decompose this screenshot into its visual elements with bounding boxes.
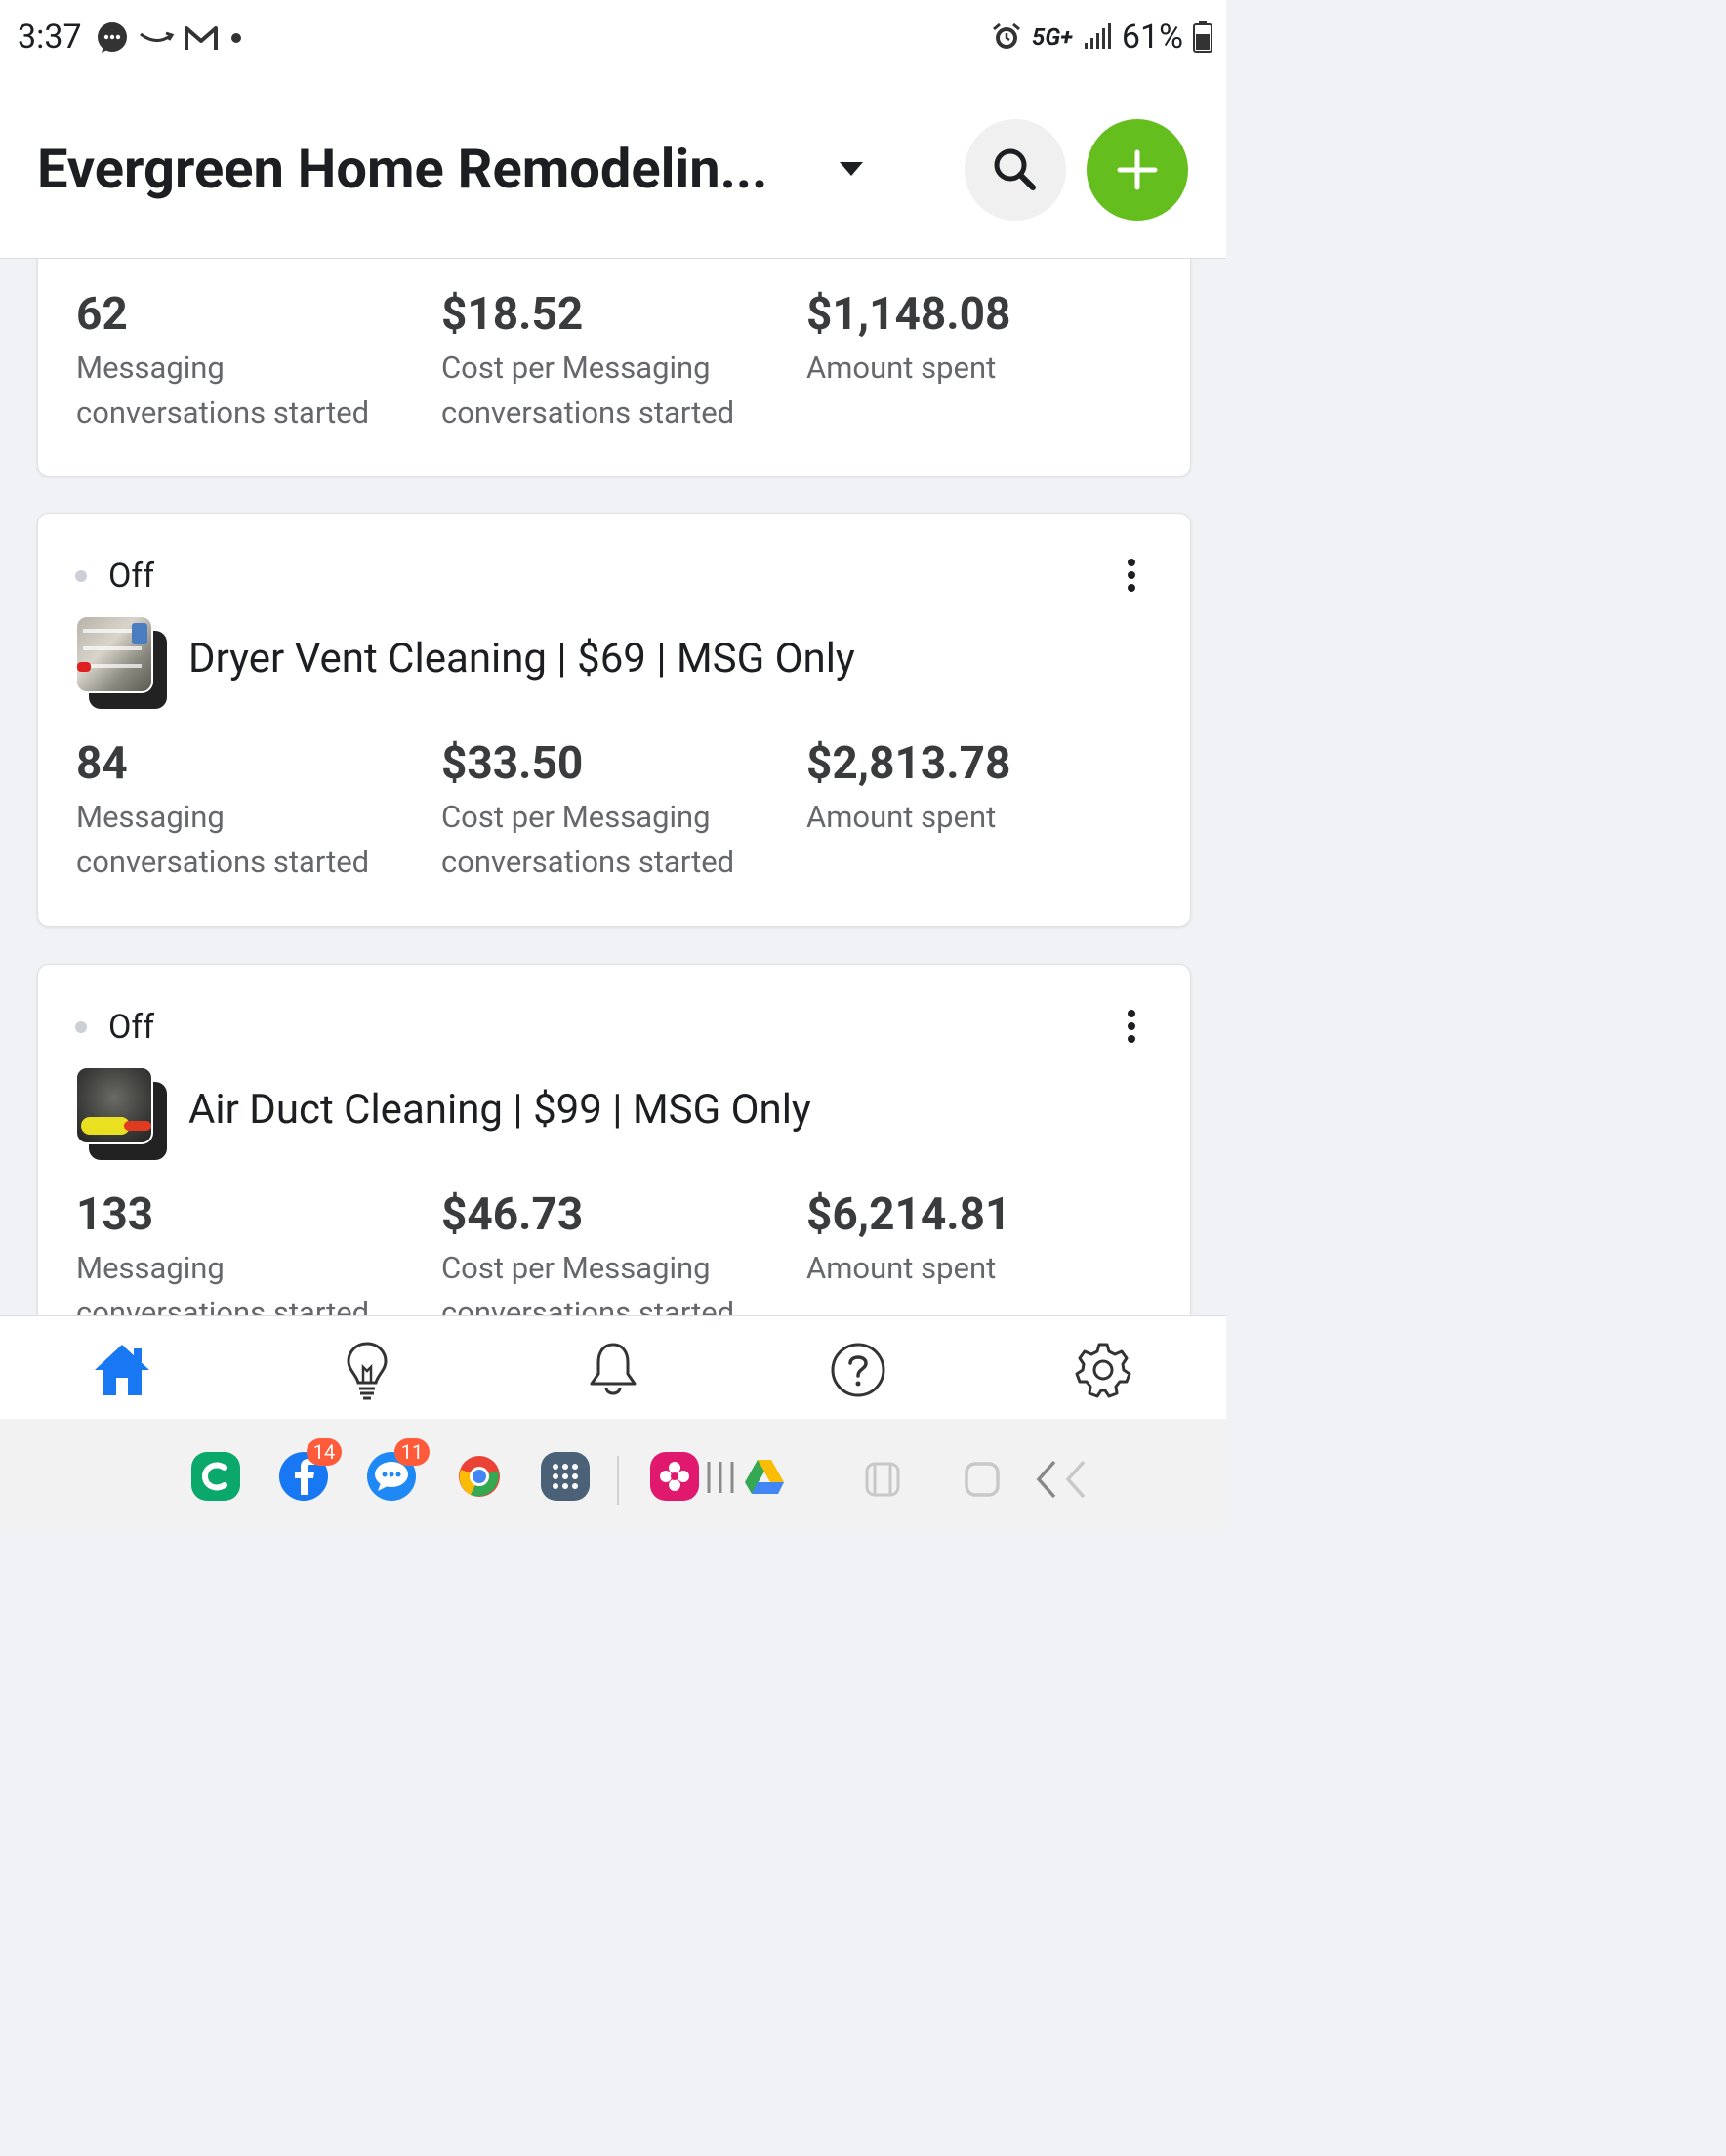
bell-icon xyxy=(590,1343,637,1395)
gear-icon xyxy=(1075,1343,1131,1398)
metric-value: $2,813.78 xyxy=(806,737,1011,790)
c-app-icon xyxy=(201,1462,227,1491)
nav-insights[interactable] xyxy=(333,1336,401,1404)
nav-notifications[interactable] xyxy=(579,1336,647,1404)
metric-value: $46.73 xyxy=(441,1188,584,1241)
metric-value: $18.52 xyxy=(441,288,584,341)
metric-label: Cost per Messaging conversations started xyxy=(441,350,735,431)
metric-label: Cost per Messaging conversations started xyxy=(441,799,735,880)
gmail-icon xyxy=(185,26,218,50)
metric-amount-spent: $2,813.78 Amount spent xyxy=(806,736,1158,840)
metric-amount-spent: $1,148.08 Amount spent xyxy=(806,287,1158,391)
nav-home[interactable] xyxy=(88,1336,156,1404)
recent-apps-icon[interactable] xyxy=(705,1458,744,1497)
metric-label: Messaging conversations started xyxy=(76,799,370,880)
metric-value: 84 xyxy=(76,737,128,790)
alarm-icon xyxy=(993,22,1020,49)
metric-cost-per-result: $46.73 Cost per Messaging conversations s… xyxy=(441,1187,793,1315)
system-dock: 14 11 xyxy=(0,1419,1226,1531)
campaign-status: Off xyxy=(75,557,154,596)
metric-cost-per-result: $33.50 Cost per Messaging conversations s… xyxy=(441,736,793,885)
facebook-badge: 14 xyxy=(307,1438,342,1466)
battery-percent: 61% xyxy=(1121,18,1183,57)
metric-label: Amount spent xyxy=(806,799,997,835)
campaign-card[interactable]: Off Air Duct Cleaning | $99 | MSG Only 1… xyxy=(37,964,1191,1315)
metric-value: 133 xyxy=(76,1188,154,1241)
app-drive[interactable] xyxy=(740,1452,789,1501)
status-right: 5G+ 61% xyxy=(991,18,1212,57)
bottom-nav xyxy=(0,1315,1226,1420)
metric-label: Messaging conversations started xyxy=(76,1250,370,1315)
metric-value: $33.50 xyxy=(441,737,584,790)
metric-label: Messaging conversations started xyxy=(76,350,370,431)
status-label: Off xyxy=(108,1008,155,1047)
app-facebook[interactable]: 14 xyxy=(279,1438,342,1501)
lightbulb-icon xyxy=(347,1342,388,1400)
status-label: Off xyxy=(108,557,155,596)
app-grid-icon xyxy=(553,1464,578,1489)
create-button[interactable] xyxy=(1087,119,1188,221)
campaign-card[interactable]: 62 Messaging conversations started $18.52… xyxy=(37,259,1191,477)
more-options-icon[interactable] xyxy=(1128,1010,1135,1043)
screenshot-toggle-icon[interactable] xyxy=(863,1460,902,1499)
metric-results: 62 Messaging conversations started xyxy=(76,287,428,435)
dock-divider xyxy=(617,1456,619,1505)
metric-cost-per-result: $18.52 Cost per Messaging conversations s… xyxy=(441,287,793,435)
chevron-down-icon[interactable] xyxy=(840,162,863,176)
status-dot-icon xyxy=(75,570,87,582)
metric-label: Amount spent xyxy=(806,350,997,386)
battery-icon xyxy=(1193,21,1212,53)
drive-icon xyxy=(745,1460,784,1494)
nav-settings[interactable] xyxy=(1069,1336,1137,1404)
amazon-icon xyxy=(140,31,174,42)
help-icon xyxy=(831,1343,885,1397)
app-header: Evergreen Home Remodelin... xyxy=(0,80,1226,259)
app-shortcut-c[interactable] xyxy=(191,1452,240,1501)
back-icon[interactable] xyxy=(1033,1458,1095,1501)
metric-value: $6,214.81 xyxy=(806,1188,1011,1241)
campaign-list[interactable]: 62 Messaging conversations started $18.52… xyxy=(0,259,1226,1315)
campaign-thumbnail xyxy=(75,1066,169,1160)
app-chrome[interactable] xyxy=(455,1452,504,1501)
app-drawer-button[interactable] xyxy=(541,1452,590,1501)
search-icon xyxy=(994,148,1036,190)
metric-value: 62 xyxy=(76,288,128,341)
status-time: 3:37 xyxy=(18,18,82,57)
home-button-icon[interactable] xyxy=(963,1460,1002,1499)
chat-bubble-icon xyxy=(98,22,127,53)
campaign-name[interactable]: Air Duct Cleaning | $99 | MSG Only xyxy=(188,1086,811,1134)
campaign-card[interactable]: Off Dryer Vent Cleaning | $69 | MSG Only… xyxy=(37,513,1191,927)
more-options-icon[interactable] xyxy=(1128,559,1135,592)
campaign-thumbnail xyxy=(75,615,169,709)
campaign-name[interactable]: Dryer Vent Cleaning | $69 | MSG Only xyxy=(188,635,855,683)
network-type: 5G+ xyxy=(1031,23,1073,51)
status-bar: 3:37 5G+ 61% xyxy=(0,0,1226,80)
signal-icon xyxy=(1084,23,1111,49)
metric-amount-spent: $6,214.81 Amount spent xyxy=(806,1187,1158,1291)
plus-icon xyxy=(1117,149,1158,190)
more-notifications-dot-icon xyxy=(231,33,241,43)
campaign-status: Off xyxy=(75,1008,154,1047)
search-button[interactable] xyxy=(965,119,1066,221)
app-gallery[interactable] xyxy=(650,1452,699,1501)
account-title[interactable]: Evergreen Home Remodelin... xyxy=(37,137,767,201)
metric-label: Cost per Messaging conversations started xyxy=(441,1250,735,1315)
status-dot-icon xyxy=(75,1021,87,1033)
metric-value: $1,148.08 xyxy=(806,288,1011,341)
flower-icon xyxy=(660,1462,689,1491)
messages-badge: 11 xyxy=(394,1438,430,1466)
nav-help[interactable] xyxy=(824,1336,892,1404)
metric-results: 133 Messaging conversations started xyxy=(76,1187,428,1315)
notification-icons xyxy=(96,21,244,55)
metric-label: Amount spent xyxy=(806,1250,997,1286)
home-icon xyxy=(95,1345,149,1395)
app-messages[interactable]: 11 xyxy=(367,1438,430,1501)
chrome-icon xyxy=(459,1456,500,1497)
metric-results: 84 Messaging conversations started xyxy=(76,736,428,885)
